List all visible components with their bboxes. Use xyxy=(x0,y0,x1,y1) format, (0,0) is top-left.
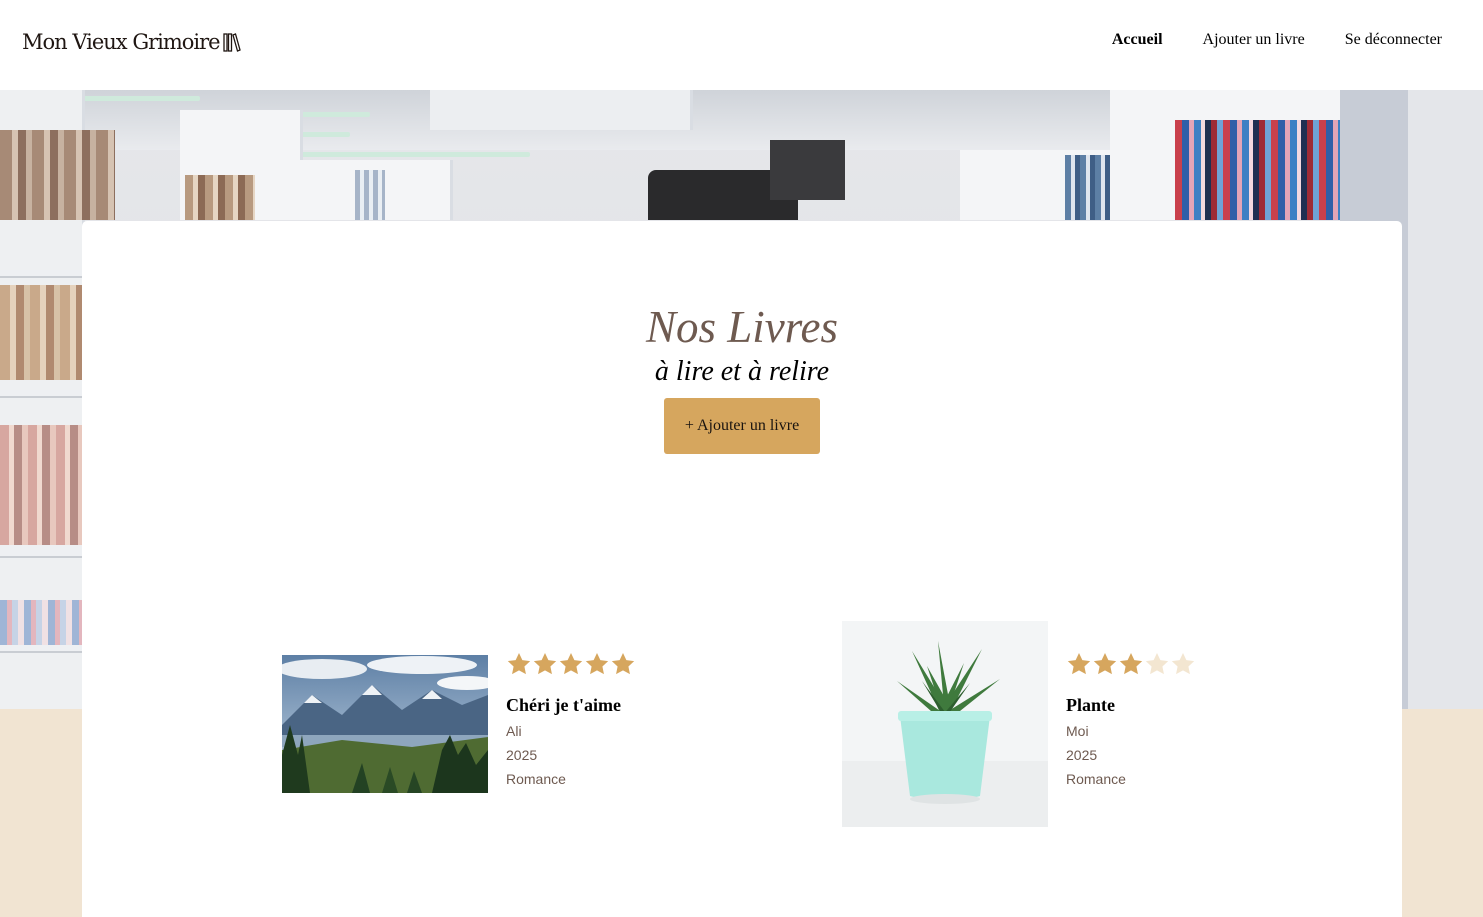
right-shelf xyxy=(1408,90,1483,709)
rating-stars xyxy=(1066,651,1196,677)
book-genre: Romance xyxy=(506,771,566,787)
star-empty-icon xyxy=(1145,652,1169,675)
star-filled-icon xyxy=(585,652,609,675)
book-year: 2025 xyxy=(1066,747,1098,763)
books-row xyxy=(0,425,82,545)
page-subtitle: à lire et à relire xyxy=(654,356,830,387)
books-row xyxy=(0,130,115,220)
potted-succulent-image xyxy=(842,621,1048,827)
books-row xyxy=(1065,155,1110,220)
star-empty-icon xyxy=(1171,652,1195,675)
book-cover-mountain[interactable] xyxy=(282,655,488,793)
nav-link-deconnecter[interactable]: Se déconnecter xyxy=(1345,30,1442,50)
star-filled-icon xyxy=(1119,652,1143,675)
main-nav: Accueil Ajouter un livre Se déconnecter xyxy=(1072,30,1442,50)
ceiling-light xyxy=(300,152,530,157)
site-logo[interactable]: Mon Vieux Grimoire xyxy=(22,30,241,54)
star-filled-icon xyxy=(1067,652,1091,675)
books-card: Nos Livres à lire et à relire + Ajouter … xyxy=(82,221,1402,917)
star-filled-icon xyxy=(507,652,531,675)
book-author: Ali xyxy=(506,723,522,739)
logo-text: Mon Vieux Grimoire xyxy=(22,30,221,54)
rating-stars xyxy=(506,651,636,677)
library-machine xyxy=(770,140,845,200)
book-title[interactable]: Plante xyxy=(1066,695,1115,716)
star-filled-icon xyxy=(559,652,583,675)
book-author: Moi xyxy=(1066,723,1089,739)
shelf-board xyxy=(0,390,82,398)
star-filled-icon xyxy=(1093,652,1117,675)
book-genre: Romance xyxy=(1066,771,1126,787)
mountain-landscape-image xyxy=(282,655,488,793)
books-row xyxy=(355,170,385,220)
nav-link-accueil[interactable]: Accueil xyxy=(1112,30,1163,50)
star-filled-icon xyxy=(611,652,635,675)
add-book-button[interactable]: + Ajouter un livre xyxy=(664,398,820,454)
shelf-board xyxy=(0,270,82,278)
book-year: 2025 xyxy=(506,747,538,763)
books-row xyxy=(0,600,82,645)
book-cover-plant[interactable] xyxy=(842,621,1048,827)
shelf-board xyxy=(0,550,82,558)
books-row xyxy=(185,175,255,220)
books-row xyxy=(0,285,82,380)
book-card-plante[interactable]: Plante Moi 2025 Romance xyxy=(842,621,1322,831)
page-title: Nos Livres xyxy=(645,302,839,352)
books-logo-icon xyxy=(222,33,241,52)
middle-shelf xyxy=(430,90,693,130)
star-filled-icon xyxy=(533,652,557,675)
top-header: Mon Vieux Grimoire Accueil Ajouter un li… xyxy=(0,0,1483,90)
books-row xyxy=(1175,120,1340,220)
nav-link-ajouter-livre[interactable]: Ajouter un livre xyxy=(1203,30,1305,50)
shelf-board xyxy=(0,645,82,653)
book-title[interactable]: Chéri je t'aime xyxy=(506,695,621,716)
book-card-cheri[interactable]: Chéri je t'aime Ali 2025 Romance xyxy=(282,621,762,831)
